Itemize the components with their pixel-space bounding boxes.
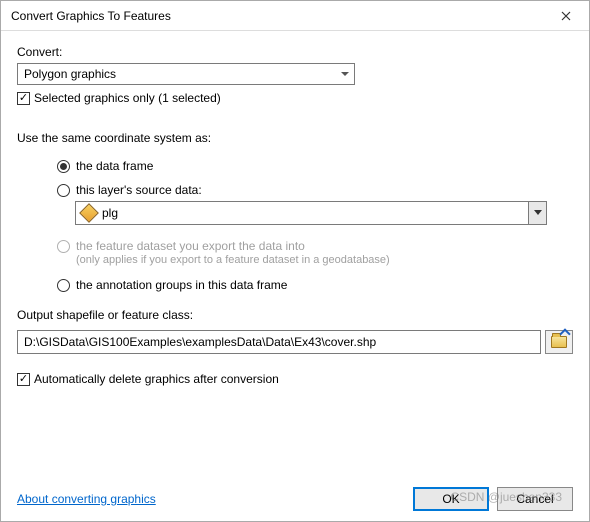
selected-only-checkbox[interactable]: ✓ xyxy=(17,92,30,105)
radio-feature-dataset-label: the feature dataset you export the data … xyxy=(76,239,390,253)
output-row xyxy=(17,330,573,354)
convert-dropdown[interactable]: Polygon graphics xyxy=(17,63,355,85)
radio-feature-dataset-row: the feature dataset you export the data … xyxy=(57,239,573,266)
dialog-footer: About converting graphics OK Cancel xyxy=(17,477,573,511)
dialog-window: Convert Graphics To Features Convert: Po… xyxy=(0,0,590,522)
window-title: Convert Graphics To Features xyxy=(11,9,171,23)
radio-data-frame[interactable] xyxy=(57,160,70,173)
radio-layer-source-row: this layer's source data: xyxy=(57,183,573,197)
radio-feature-dataset-text: the feature dataset you export the data … xyxy=(76,239,390,266)
coord-radio-group: the data frame this layer's source data:… xyxy=(57,159,573,302)
convert-label: Convert: xyxy=(17,45,573,59)
selected-only-row: ✓ Selected graphics only (1 selected) xyxy=(17,91,573,105)
radio-annotation[interactable] xyxy=(57,279,70,292)
close-button[interactable] xyxy=(545,2,587,30)
layer-dropdown-arrow[interactable] xyxy=(528,202,546,224)
radio-layer-source[interactable] xyxy=(57,184,70,197)
browse-button[interactable] xyxy=(545,330,573,354)
radio-data-frame-row: the data frame xyxy=(57,159,573,173)
titlebar: Convert Graphics To Features xyxy=(1,1,589,31)
button-row: OK Cancel xyxy=(413,487,573,511)
output-path-input[interactable] xyxy=(17,330,541,354)
layer-dropdown-value: plg xyxy=(102,206,118,220)
layer-dropdown-wrap: plg xyxy=(75,201,547,225)
dialog-content: Convert: Polygon graphics ✓ Selected gra… xyxy=(1,31,589,521)
radio-data-frame-label: the data frame xyxy=(76,159,153,173)
selected-only-label: Selected graphics only (1 selected) xyxy=(34,91,221,105)
about-link[interactable]: About converting graphics xyxy=(17,492,156,506)
layer-dropdown[interactable]: plg xyxy=(75,201,547,225)
radio-annotation-label: the annotation groups in this data frame xyxy=(76,278,287,292)
ok-button[interactable]: OK xyxy=(413,487,489,511)
radio-feature-dataset-sublabel: (only applies if you export to a feature… xyxy=(76,254,390,266)
close-icon xyxy=(561,11,571,21)
cancel-button[interactable]: Cancel xyxy=(497,487,573,511)
polygon-layer-icon xyxy=(79,203,99,223)
radio-layer-source-label: this layer's source data: xyxy=(76,183,202,197)
radio-annotation-row: the annotation groups in this data frame xyxy=(57,278,573,292)
output-label: Output shapefile or feature class: xyxy=(17,308,573,322)
auto-delete-row: ✓ Automatically delete graphics after co… xyxy=(17,372,573,386)
folder-open-icon xyxy=(551,336,567,348)
auto-delete-label: Automatically delete graphics after conv… xyxy=(34,372,279,386)
auto-delete-checkbox[interactable]: ✓ xyxy=(17,373,30,386)
chevron-down-icon xyxy=(534,210,542,216)
convert-dropdown-wrap: Polygon graphics xyxy=(17,63,355,85)
coord-system-label: Use the same coordinate system as: xyxy=(17,131,573,145)
radio-feature-dataset xyxy=(57,240,70,253)
